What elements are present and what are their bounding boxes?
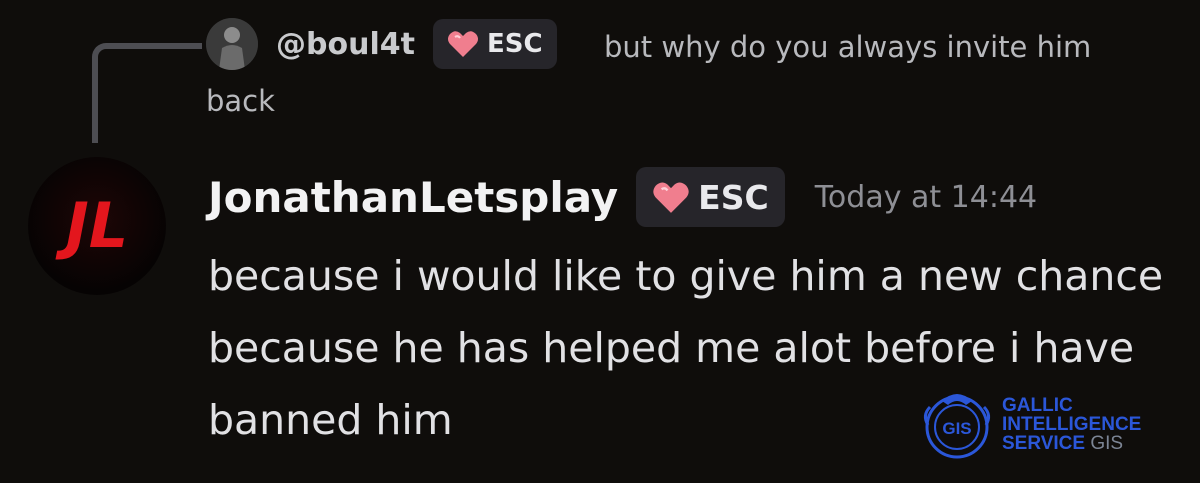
reply-avatar[interactable]: [206, 18, 258, 70]
avatar-monogram: JL: [55, 189, 129, 262]
watermark-line-3: SERVICE GIS: [1002, 432, 1124, 454]
reply-tag-label: ESC: [486, 29, 543, 59]
heart-icon: [653, 181, 689, 213]
heart-icon: [447, 31, 478, 57]
watermark-line-1: GALLIC: [1002, 394, 1073, 416]
reply-server-tag[interactable]: ESC: [432, 19, 557, 69]
message-tag-label: ESC: [698, 177, 769, 217]
seal-icon: GIS: [923, 394, 991, 459]
watermark-suffix: GIS: [1090, 432, 1124, 454]
message-server-tag[interactable]: ESC: [636, 167, 785, 227]
reply-connector-line: [92, 43, 202, 143]
reply-username[interactable]: @boul4t: [276, 27, 415, 62]
message-timestamp[interactable]: Today at 14:44: [815, 180, 1037, 215]
watermark-text: GALLIC INTELLIGENCE SERVICE GIS: [1002, 396, 1141, 453]
message-username[interactable]: JonathanLetsplay: [208, 173, 618, 222]
watermark-line-2: INTELLIGENCE: [1002, 413, 1142, 435]
seal-text: GIS: [942, 419, 971, 438]
watermark-logo: GIS GALLIC INTELLIGENCE SERVICE GIS: [918, 385, 1141, 463]
user-avatar[interactable]: JL: [28, 157, 166, 295]
